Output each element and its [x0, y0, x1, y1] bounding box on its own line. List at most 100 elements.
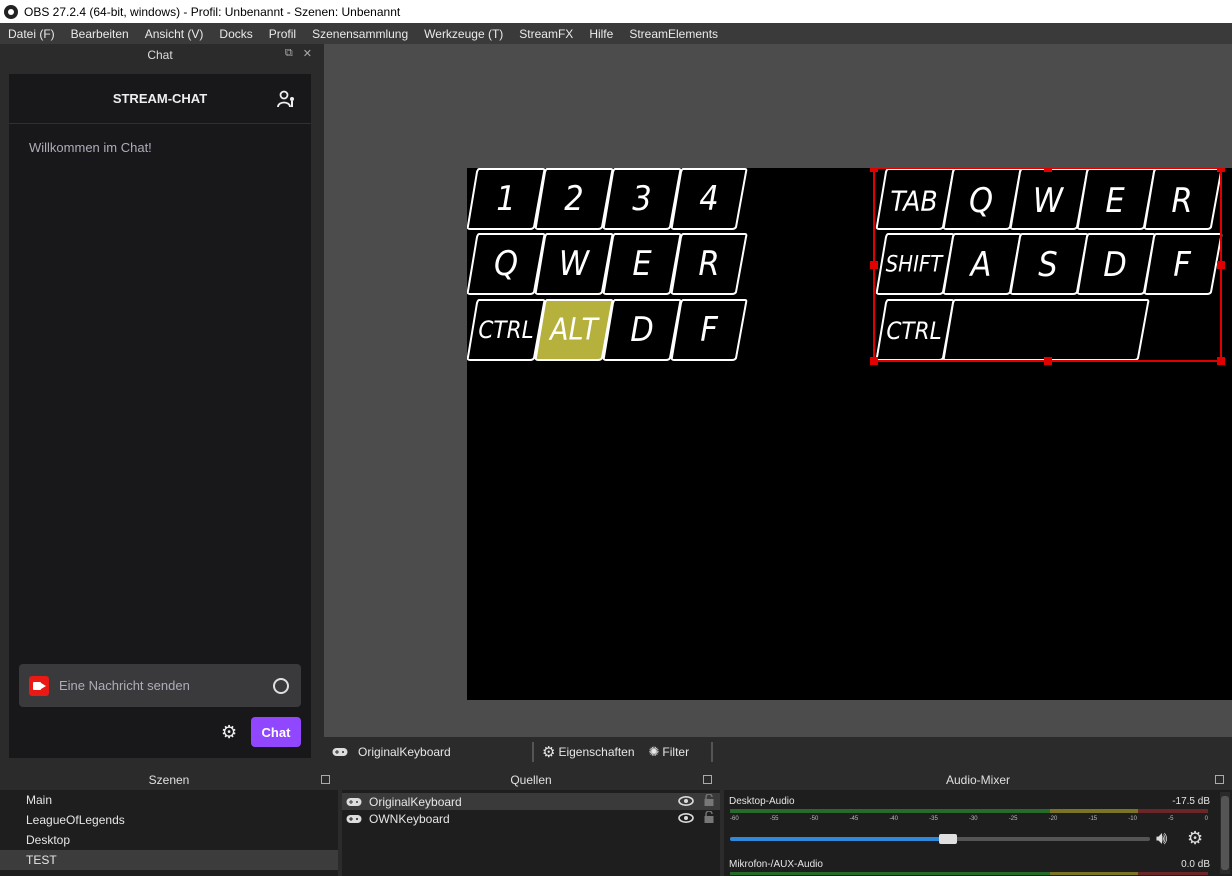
resize-handle-bottom[interactable] — [1044, 357, 1052, 365]
menu-docks[interactable]: Docks — [219, 27, 252, 41]
resize-handle-top[interactable] — [1044, 164, 1052, 172]
chat-dock-title: Chat — [147, 47, 173, 62]
float-dock-icon[interactable] — [321, 775, 330, 784]
chat-input-placeholder[interactable]: Eine Nachricht senden — [59, 678, 273, 693]
key-w: W — [534, 233, 614, 295]
source-item-label: OriginalKeyboard — [369, 794, 462, 809]
key-q: Q — [466, 233, 546, 295]
svg-text:TAB: TAB — [890, 185, 937, 218]
key-2: 2 — [534, 168, 614, 230]
camera-icon[interactable] — [29, 675, 49, 696]
meter-tick: -45 — [849, 816, 859, 822]
menu-tools[interactable]: Werkzeuge (T) — [424, 27, 503, 41]
meter-tick: -5 — [1168, 816, 1174, 822]
svg-text:2: 2 — [564, 179, 583, 219]
gamepad-icon — [332, 748, 348, 756]
mixer-dock-header: Audio-Mixer — [724, 770, 1232, 790]
source-item-ownkeyboard[interactable]: OWNKeyboard — [342, 810, 720, 827]
scenes-dock-title: Szenen — [148, 773, 190, 787]
svg-text:E: E — [1105, 181, 1125, 221]
preview-area[interactable]: .keytxt { font-family: "DejaVu Sans Cond… — [324, 44, 1232, 737]
properties-button[interactable]: ⚙ Eigenschaften — [542, 743, 635, 761]
preview-canvas[interactable]: .keytxt { font-family: "DejaVu Sans Cond… — [466, 164, 1232, 700]
meter-tick: -40 — [889, 816, 898, 822]
key-s: S — [1009, 233, 1089, 295]
unlock-icon[interactable] — [704, 793, 714, 806]
unlock-icon[interactable] — [704, 810, 714, 823]
chat-message-input[interactable]: Eine Nachricht senden — [19, 664, 301, 707]
filter-label: Filter — [662, 745, 690, 759]
key-f-right: F — [1143, 233, 1223, 295]
resize-handle-top-left[interactable] — [870, 164, 878, 172]
keyboard-overlays: .keytxt { font-family: "DejaVu Sans Cond… — [466, 164, 1225, 365]
volume-meter-mic — [730, 872, 1208, 875]
volume-slider-thumb[interactable] — [939, 834, 958, 844]
chat-send-button[interactable]: Chat — [251, 717, 301, 747]
resize-handle-right[interactable] — [1217, 261, 1225, 269]
scene-item-leagueoflegends[interactable]: LeagueOfLegends — [0, 810, 338, 830]
scene-item-desktop[interactable]: Desktop — [0, 830, 338, 850]
meter-tick: -60 — [730, 816, 739, 822]
resize-handle-bottom-right[interactable] — [1217, 357, 1225, 365]
chat-header: STREAM-CHAT — [9, 74, 311, 124]
menu-streamfx[interactable]: StreamFX — [519, 27, 573, 41]
float-dock-icon[interactable] — [703, 775, 712, 784]
svg-text:E: E — [632, 244, 652, 284]
key-alt: ALT — [534, 299, 614, 361]
resize-handle-left[interactable] — [870, 261, 878, 269]
mixer-dock-title: Audio-Mixer — [945, 773, 1011, 787]
svg-text:W: W — [559, 244, 591, 284]
chat-header-title: STREAM-CHAT — [112, 91, 208, 106]
mixer-scrollbar[interactable] — [1220, 792, 1230, 874]
selected-source-name: OriginalKeyboard — [358, 745, 451, 759]
scene-item-test[interactable]: TEST — [0, 850, 338, 870]
float-dock-icon[interactable]: ⧉ — [285, 47, 293, 60]
mixer-channel-mic-name: Mikrofon-/AUX-Audio — [729, 859, 823, 870]
eye-icon[interactable] — [678, 795, 694, 809]
menu-help[interactable]: Hilfe — [589, 27, 613, 41]
scene-item-main[interactable]: Main — [0, 790, 338, 810]
volume-slider-desktop[interactable] — [730, 834, 1150, 844]
key-tab: TAB — [875, 168, 955, 230]
svg-text:D: D — [1103, 245, 1127, 285]
svg-text:R: R — [698, 244, 719, 284]
menu-view[interactable]: Ansicht (V) — [145, 27, 204, 41]
chat-settings-gear-icon[interactable]: ⚙ — [221, 722, 237, 743]
chat-welcome-message: Willkommen im Chat! — [29, 140, 152, 155]
float-dock-icon[interactable] — [1215, 775, 1224, 784]
volume-meter-desktop — [730, 809, 1208, 813]
users-icon[interactable] — [277, 90, 297, 108]
menu-edit[interactable]: Bearbeiten — [71, 27, 129, 41]
resize-handle-top-right[interactable] — [1217, 164, 1225, 172]
menu-file[interactable]: Datei (F) — [8, 27, 55, 41]
menu-streamelements[interactable]: StreamElements — [629, 27, 718, 41]
speaker-icon[interactable]: 🔊︎ — [1156, 828, 1167, 849]
emoji-icon[interactable] — [273, 677, 289, 694]
filter-button[interactable]: ✺ Filter — [649, 744, 690, 760]
source-item-originalkeyboard[interactable]: OriginalKeyboard — [342, 793, 720, 810]
menu-profile[interactable]: Profil — [269, 27, 296, 41]
eye-icon[interactable] — [678, 812, 694, 826]
svg-text:CTRL: CTRL — [886, 317, 941, 345]
mixer-settings-gear-icon[interactable]: ⚙ — [1187, 828, 1203, 849]
close-dock-icon[interactable]: ✕ — [303, 47, 312, 60]
meter-tick: -55 — [769, 816, 779, 822]
key-3: 3 — [602, 168, 682, 230]
meter-tick: -30 — [968, 816, 978, 822]
resize-handle-bottom-left[interactable] — [870, 357, 878, 365]
key-ctrl: CTRL — [466, 299, 546, 361]
svg-text:W: W — [1033, 181, 1065, 221]
key-d: D — [602, 299, 682, 361]
scenes-dock: Szenen Main LeagueOfLegends Desktop TEST — [0, 770, 338, 876]
meter-tick: -15 — [1088, 816, 1098, 822]
sources-dock: Quellen OriginalKeyboard OWNKeyboard — [342, 770, 720, 876]
svg-text:D: D — [630, 310, 654, 350]
key-a: A — [942, 233, 1022, 295]
key-r: R — [670, 233, 748, 295]
svg-text:A: A — [969, 245, 992, 285]
gamepad-icon — [346, 797, 362, 806]
svg-text:CTRL: CTRL — [478, 316, 533, 344]
menu-scene-collection[interactable]: Szenensammlung — [312, 27, 408, 41]
scenes-dock-header: Szenen — [0, 770, 338, 790]
sources-dock-title: Quellen — [510, 773, 552, 787]
